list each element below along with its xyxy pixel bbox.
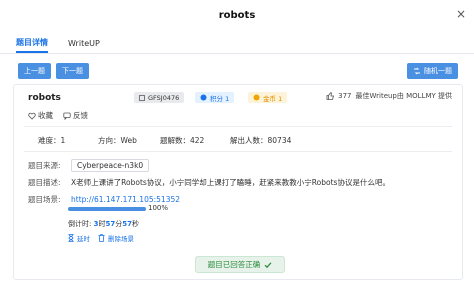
solved-status-badge: 题目已回答正确	[195, 256, 285, 273]
description-row: 题目描述: X老师上课讲了Robots协议，小宁同学却上课打了瞌睡，赶紧来教教小…	[28, 177, 390, 188]
feedback-icon	[63, 112, 71, 120]
coin-icon	[253, 94, 260, 101]
divider	[24, 126, 452, 127]
collect-action[interactable]: 收藏	[28, 110, 53, 121]
destroy-scene-button[interactable]: 删除场景	[98, 233, 134, 243]
countdown-seconds: 57	[122, 220, 132, 228]
prev-problem-button[interactable]: 上一题	[18, 63, 51, 79]
title-bar: robots ×	[0, 0, 474, 30]
countdown: 倒计时: 3时57分57秒	[68, 219, 139, 229]
problem-card: robots GFSJ0476 积分 1 金币 1 377 最佳Writeup由…	[13, 84, 463, 280]
coin-label: 金币 1	[263, 94, 283, 103]
trash-icon	[98, 234, 105, 242]
random-problem-label: 随机一题	[424, 67, 452, 75]
countdown-minutes: 57	[105, 220, 116, 228]
problem-id-badge: GFSJ0476	[134, 92, 185, 103]
id-icon	[139, 94, 145, 101]
window-title: robots	[218, 9, 256, 21]
feedback-label: 反馈	[73, 111, 88, 120]
source-value: Cyberpeace-n3k0	[71, 159, 150, 172]
scene-progress-bar	[68, 207, 146, 211]
description-label: 题目描述:	[28, 178, 61, 187]
source-label: 题目来源:	[28, 161, 61, 170]
close-icon[interactable]: ×	[456, 8, 466, 20]
countdown-prefix: 倒计时:	[68, 220, 92, 228]
score-label: 积分 1	[210, 94, 230, 103]
description-value: X老师上课讲了Robots协议，小宁同学却上课打了瞌睡，赶紧来教教小宁Robot…	[71, 178, 390, 187]
feedback-action[interactable]: 反馈	[63, 110, 88, 121]
like-count: 377	[338, 92, 352, 100]
next-problem-label: 下一题	[62, 67, 83, 75]
next-problem-button[interactable]: 下一题	[56, 63, 89, 79]
scene-actions: 延时 删除场景	[68, 233, 134, 243]
progress-fill	[68, 207, 146, 211]
delay-label: 延时	[77, 235, 90, 243]
difficulty: 难度：1	[38, 136, 66, 145]
score-badge: 积分 1	[195, 92, 235, 103]
prev-problem-label: 上一题	[24, 67, 45, 75]
heart-icon	[28, 112, 36, 120]
progress-label: 100%	[148, 204, 169, 212]
solver-count: 解出人数：80734	[230, 136, 292, 145]
problem-header: robots GFSJ0476 积分 1 金币 1 377 最佳Writeup由…	[28, 91, 452, 105]
source-row: 题目来源: Cyberpeace-n3k0	[28, 159, 150, 172]
scene-label: 题目场景:	[28, 195, 61, 204]
tab-problem-details[interactable]: 题目详情	[16, 37, 48, 53]
best-writeup-link[interactable]: 最佳Writeup由 MOLLMY 提供	[356, 91, 452, 101]
solve-count: 题解数：422	[160, 136, 205, 145]
direction: 方向：Web	[98, 136, 137, 145]
tab-writeup[interactable]: WriteUP	[68, 39, 100, 53]
problem-meta: 377 最佳Writeup由 MOLLMY 提供	[326, 91, 452, 101]
thumbs-up-icon[interactable]	[326, 92, 335, 100]
toolbar: 上一题 下一题 随机一题	[0, 54, 474, 84]
solved-label: 题目已回答正确	[207, 260, 261, 269]
countdown-seconds-unit: 秒	[131, 220, 139, 228]
check-icon	[264, 261, 272, 269]
hourglass-icon	[68, 234, 74, 242]
divider	[24, 151, 452, 152]
collect-label: 收藏	[38, 111, 53, 120]
delay-button[interactable]: 延时	[68, 233, 90, 243]
coin-badge: 金币 1	[248, 92, 288, 103]
problem-actions-row: 收藏 反馈	[28, 110, 88, 121]
scene-url-link[interactable]: http://61.147.171.105:51352	[71, 195, 180, 204]
problem-stats: 难度：1 方向：Web 题解数：422 解出人数：80734	[38, 135, 291, 146]
score-icon	[200, 94, 207, 101]
tab-bar: 题目详情 WriteUP	[0, 30, 474, 54]
problem-name: robots	[28, 93, 61, 103]
shuffle-icon	[413, 67, 421, 75]
problem-window: robots × 题目详情 WriteUP 上一题 下一题 随机一题 robot…	[0, 0, 474, 286]
destroy-scene-label: 删除场景	[108, 235, 134, 243]
random-problem-button[interactable]: 随机一题	[407, 63, 458, 79]
problem-id: GFSJ0476	[148, 93, 180, 102]
